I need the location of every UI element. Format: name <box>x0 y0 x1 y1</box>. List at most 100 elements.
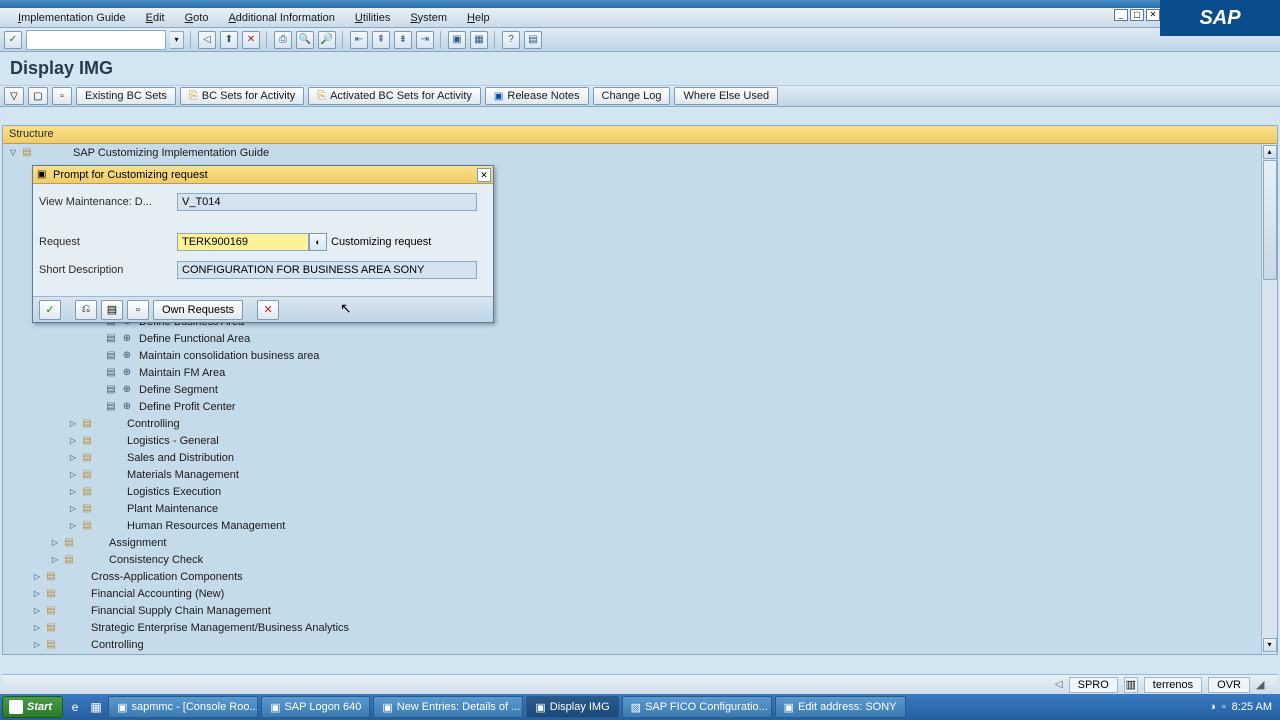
doc-icon[interactable]: ▤ <box>79 468 95 482</box>
exec-icon[interactable]: ▤ <box>103 366 119 380</box>
expand-icon[interactable]: ▷ <box>67 469 79 481</box>
expand-all-icon[interactable]: ▽ <box>4 87 24 105</box>
task-sapmmc[interactable]: ▣sapmmc - [Console Roo... <box>108 696 258 718</box>
menu-help[interactable]: Help <box>457 12 500 24</box>
doc-icon[interactable]: ▤ <box>79 485 95 499</box>
expand-icon[interactable]: ▷ <box>31 571 43 583</box>
expand-icon[interactable]: ▷ <box>67 418 79 430</box>
clock-icon[interactable]: ⊕ <box>119 366 135 380</box>
first-page-icon[interactable]: ⇤ <box>350 31 368 49</box>
expand-icon[interactable]: ▷ <box>67 486 79 498</box>
exec-icon[interactable]: ▤ <box>103 349 119 363</box>
expand-icon[interactable]: ▷ <box>67 520 79 532</box>
tree-row[interactable]: ▤⊕Maintain FM Area <box>3 364 1261 381</box>
cancel-icon[interactable]: ✕ <box>242 31 260 49</box>
expand-icon[interactable]: ▷ <box>67 503 79 515</box>
scroll-down-icon[interactable]: ▾ <box>1263 638 1277 652</box>
task-edit-address[interactable]: ▣Edit address: SONY <box>775 696 906 718</box>
doc-icon[interactable]: ▤ <box>79 434 95 448</box>
position-icon[interactable]: ▢ <box>28 87 48 105</box>
doc-icon[interactable]: ▤ <box>79 502 95 516</box>
next-page-icon[interactable]: ⇟ <box>394 31 412 49</box>
menu-additional-info[interactable]: Additional Information <box>218 12 344 24</box>
exec-icon[interactable]: ▤ <box>103 400 119 414</box>
expand-icon[interactable]: ▷ <box>31 588 43 600</box>
expand-icon[interactable]: ▷ <box>67 452 79 464</box>
clock-icon[interactable]: ⊕ <box>119 400 135 414</box>
expand-icon[interactable]: ▷ <box>49 537 61 549</box>
dialog-titlebar[interactable]: ▣ Prompt for Customizing request ✕ <box>33 166 493 184</box>
existing-bc-sets-button[interactable]: Existing BC Sets <box>76 87 176 105</box>
tray-icon-1[interactable]: ◑ <box>1209 701 1216 713</box>
exec-icon[interactable]: ▤ <box>103 332 119 346</box>
doc-icon[interactable]: ▫ <box>52 87 72 105</box>
layout-icon[interactable]: ▤ <box>524 31 542 49</box>
doc-icon[interactable]: ▤ <box>43 570 59 584</box>
doc-icon[interactable]: ▤ <box>79 417 95 431</box>
tree-row[interactable]: ▤⊕Define Functional Area <box>3 330 1261 347</box>
maximize-icon[interactable]: ▢ <box>1130 9 1144 21</box>
doc-icon[interactable]: ▤ <box>43 638 59 652</box>
ql-ie-icon[interactable]: e <box>66 698 84 716</box>
request-field[interactable]: TERK900169 <box>177 233 309 251</box>
tray-clock[interactable]: 8:25 AM <box>1232 701 1272 713</box>
task-display-img[interactable]: ▣Display IMG <box>526 696 618 718</box>
tree-row[interactable]: ▷▤Logistics - General <box>3 432 1261 449</box>
scroll-up-icon[interactable]: ▴ <box>1263 145 1277 159</box>
collapse-icon[interactable]: ▽ <box>7 147 19 159</box>
tray-icon-2[interactable]: ▫ <box>1222 701 1226 713</box>
clock-icon[interactable]: ⊕ <box>119 383 135 397</box>
task-new-entries[interactable]: ▣New Entries: Details of ... <box>373 696 523 718</box>
dialog-cancel-icon[interactable]: ✕ <box>257 300 279 320</box>
find-icon[interactable]: 🔍 <box>296 31 314 49</box>
tree-row[interactable]: ▷▤Strategic Enterprise Management/Busine… <box>3 619 1261 636</box>
ql-desktop-icon[interactable]: ▦ <box>87 698 105 716</box>
tree-row[interactable]: ▷▤Logistics Execution <box>3 483 1261 500</box>
start-button[interactable]: Start <box>2 696 63 718</box>
doc-icon[interactable]: ▤ <box>61 536 77 550</box>
tree-row[interactable]: ▷▤Controlling <box>3 415 1261 432</box>
tree-row[interactable]: ▤⊕Maintain consolidation business area <box>3 347 1261 364</box>
tree-row[interactable]: ▷▤Financial Accounting (New) <box>3 585 1261 602</box>
status-server-icon[interactable]: ▥ <box>1124 677 1138 693</box>
tree-row[interactable]: ▷▤Consistency Check <box>3 551 1261 568</box>
doc-icon[interactable]: ▤ <box>61 553 77 567</box>
expand-icon[interactable]: ▷ <box>31 605 43 617</box>
print-icon[interactable]: ⎙ <box>274 31 292 49</box>
menu-impl-guide[interactable]: Implementation Guide <box>8 12 136 24</box>
shortcut-icon[interactable]: ▦ <box>470 31 488 49</box>
tree-row[interactable]: ▷▤Human Resources Management <box>3 517 1261 534</box>
last-page-icon[interactable]: ⇥ <box>416 31 434 49</box>
tree-row[interactable]: ▤⊕Define Profit Center <box>3 398 1261 415</box>
doc-icon[interactable]: ▤ <box>79 519 95 533</box>
doc-icon[interactable]: ▤ <box>43 621 59 635</box>
command-dropdown-icon[interactable]: ▾ <box>170 31 184 49</box>
release-notes-button[interactable]: Release Notes <box>485 87 589 105</box>
back-icon[interactable]: ◁ <box>198 31 216 49</box>
menu-utilities[interactable]: Utilities <box>345 12 400 24</box>
menu-goto[interactable]: Goto <box>175 12 219 24</box>
find-next-icon[interactable]: 🔎 <box>318 31 336 49</box>
expand-icon[interactable]: ▷ <box>31 639 43 651</box>
help-icon[interactable]: ? <box>502 31 520 49</box>
create-request-icon[interactable]: ▫ <box>127 300 149 320</box>
tree-row[interactable]: ▷▤Assignment <box>3 534 1261 551</box>
status-tcode[interactable]: SPRO <box>1069 677 1118 693</box>
clock-icon[interactable]: ⊕ <box>119 332 135 346</box>
where-else-used-button[interactable]: Where Else Used <box>674 87 778 105</box>
request-f4-icon[interactable]: ◐ <box>309 233 327 251</box>
doc-icon[interactable]: ▤ <box>79 451 95 465</box>
activated-bc-sets-button[interactable]: Activated BC Sets for Activity <box>308 87 481 105</box>
tree-row[interactable]: ▷▤Materials Management <box>3 466 1261 483</box>
menu-system[interactable]: System <box>400 12 457 24</box>
doc-icon[interactable]: ▤ <box>19 146 35 160</box>
tree-row[interactable]: ▷▤Controlling <box>3 636 1261 653</box>
scroll-thumb[interactable] <box>1263 160 1277 280</box>
new-session-icon[interactable]: ▣ <box>448 31 466 49</box>
expand-icon[interactable]: ▷ <box>31 622 43 634</box>
exec-icon[interactable]: ▤ <box>103 383 119 397</box>
expand-icon[interactable]: ▷ <box>67 435 79 447</box>
bc-sets-activity-button[interactable]: BC Sets for Activity <box>180 87 304 105</box>
tree-row[interactable]: ▷▤Sales and Distribution <box>3 449 1261 466</box>
enter-icon[interactable]: ✓ <box>4 31 22 49</box>
